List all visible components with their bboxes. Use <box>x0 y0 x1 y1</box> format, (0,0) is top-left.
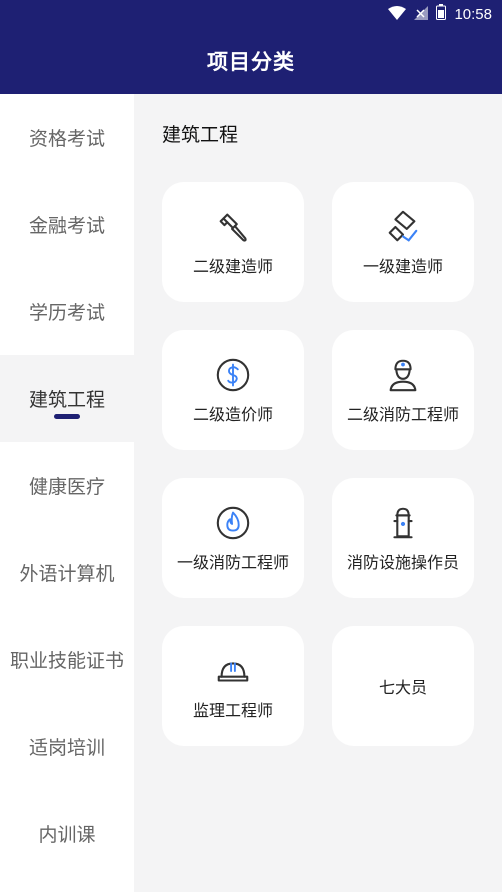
sidebar-item-label: 建筑工程 <box>28 389 105 411</box>
card-label: 二级建造师 <box>192 257 273 276</box>
card-level1-fire-engineer[interactable]: 一级消防工程师 <box>162 478 304 598</box>
firefighter-icon <box>383 355 423 395</box>
category-content: 建筑工程 二级建造师 一级建造师 二级造价师 二级消防工程师 一级消防工程师 消… <box>134 94 502 892</box>
card-seven-staff[interactable]: 七大员 <box>332 626 474 746</box>
section-title: 建筑工程 <box>162 124 239 146</box>
card-label: 一级消防工程师 <box>176 553 289 572</box>
sidebar-item-label: 外语计算机 <box>19 563 115 585</box>
sidebar-item-label: 金融考试 <box>28 215 105 237</box>
sidebar-item-vocational[interactable]: 职业技能证书 <box>0 616 134 703</box>
page-title: 项目分类 <box>207 50 295 74</box>
sidebar-item-label: 学历考试 <box>28 302 105 324</box>
category-sidebar: 资格考试 金融考试 学历考试 建筑工程 健康医疗 外语计算机 职业技能证书 适岗… <box>0 94 134 892</box>
card-label: 二级造价师 <box>192 405 273 424</box>
app-header: 项目分类 <box>0 28 502 94</box>
sidebar-item-label: 适岗培训 <box>28 737 105 759</box>
status-icons: 10:58 <box>388 4 492 24</box>
sidebar-item-internal[interactable]: 内训课 <box>0 790 134 877</box>
card-fire-facility-operator[interactable]: 消防设施操作员 <box>332 478 474 598</box>
card-label: 监理工程师 <box>192 701 273 720</box>
status-time: 10:58 <box>454 5 492 23</box>
sidebar-item-label: 内训课 <box>38 824 96 846</box>
battery-icon <box>436 4 447 24</box>
subcategory-grid: 二级建造师 一级建造师 二级造价师 二级消防工程师 一级消防工程师 消防设施操作… <box>162 182 474 746</box>
sidebar-item-language-computer[interactable]: 外语计算机 <box>0 529 134 616</box>
wifi-icon <box>388 5 407 24</box>
card-supervision-engineer[interactable]: 监理工程师 <box>162 626 304 746</box>
signal-icon <box>414 5 429 24</box>
fire-hydrant-icon <box>383 503 423 543</box>
sidebar-item-job-training[interactable]: 适岗培训 <box>0 703 134 790</box>
sidebar-item-finance[interactable]: 金融考试 <box>0 181 134 268</box>
dollar-coin-icon <box>213 355 253 395</box>
card-label: 二级消防工程师 <box>346 405 459 424</box>
sidebar-item-label: 健康医疗 <box>28 476 105 498</box>
sidebar-item-health[interactable]: 健康医疗 <box>0 442 134 529</box>
sidebar-item-construction[interactable]: 建筑工程 <box>0 355 134 442</box>
card-label: 一级建造师 <box>362 257 443 276</box>
card-level1-constructor[interactable]: 一级建造师 <box>332 182 474 302</box>
fire-badge-icon <box>213 503 253 543</box>
hard-hat-icon <box>213 651 253 691</box>
card-level2-fire-engineer[interactable]: 二级消防工程师 <box>332 330 474 450</box>
sidebar-item-label: 职业技能证书 <box>9 650 124 672</box>
card-label: 消防设施操作员 <box>346 553 459 572</box>
active-indicator <box>54 414 80 419</box>
sidebar-item-label: 资格考试 <box>28 128 105 150</box>
card-level2-constructor[interactable]: 二级建造师 <box>162 182 304 302</box>
hammer-icon <box>213 207 253 247</box>
sidebar-item-qualification[interactable]: 资格考试 <box>0 94 134 181</box>
card-level2-cost-engineer[interactable]: 二级造价师 <box>162 330 304 450</box>
paint-roller-icon <box>383 207 423 247</box>
card-label: 七大员 <box>378 678 427 697</box>
status-bar: 10:58 <box>0 0 502 28</box>
sidebar-item-education[interactable]: 学历考试 <box>0 268 134 355</box>
